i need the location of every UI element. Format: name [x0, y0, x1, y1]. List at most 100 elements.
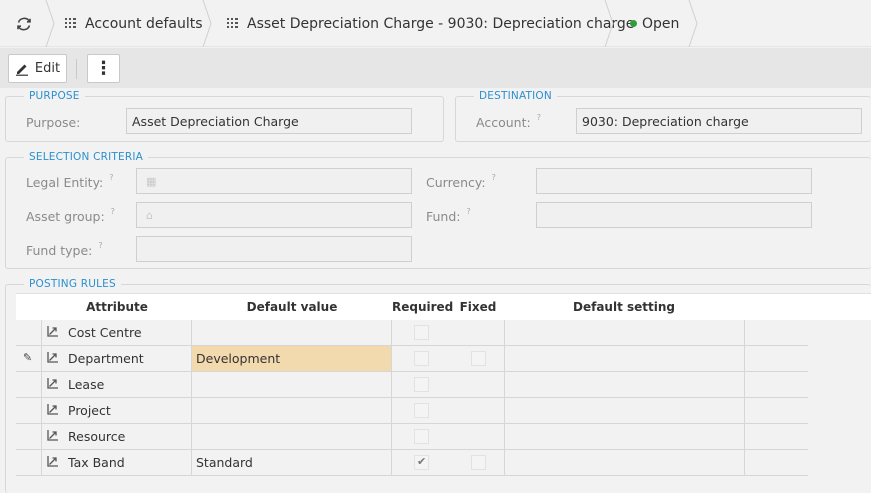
edit-button[interactable]: Edit [8, 54, 67, 83]
grid-icon [65, 18, 76, 29]
legal-entity-label-text: Legal Entity: [26, 174, 104, 190]
default-value-cell[interactable] [192, 320, 391, 345]
legal-entity-field[interactable]: ▦ [136, 168, 412, 194]
default-value-cell[interactable] [192, 372, 391, 397]
breadcrumb-separator [202, 0, 212, 47]
default-setting-cell[interactable] [506, 372, 742, 397]
attribute-cell: Project [68, 403, 111, 418]
default-setting-cell[interactable] [506, 450, 742, 475]
help-icon[interactable]: ? [98, 241, 102, 250]
required-checkbox[interactable] [414, 377, 429, 392]
cell-divider [744, 450, 745, 476]
default-value-cell[interactable]: Standard [192, 450, 391, 475]
fund-type-field[interactable] [136, 236, 412, 262]
cell-divider [744, 346, 745, 372]
account-value: 9030: Depreciation charge [582, 113, 749, 129]
purpose-label-text: Purpose: [26, 114, 81, 130]
fixed-checkbox[interactable] [471, 351, 486, 366]
selection-criteria-legend: SELECTION CRITERIA [24, 151, 149, 163]
pencil-icon [15, 64, 28, 76]
cell-divider [391, 424, 392, 450]
cell-divider [391, 372, 392, 398]
help-icon[interactable]: ? [537, 113, 541, 122]
account-field[interactable]: 9030: Depreciation charge [576, 108, 862, 134]
default-value-cell[interactable] [192, 424, 391, 449]
breadcrumb-separator [45, 0, 55, 47]
default-value-cell[interactable]: Development [192, 346, 391, 371]
cell-divider [41, 424, 42, 450]
status-dot-icon [630, 20, 637, 27]
table-row[interactable]: Lease [16, 372, 808, 398]
required-checkbox[interactable] [414, 325, 429, 340]
attribute-type-icon [47, 430, 58, 441]
purpose-label: Purpose: [26, 110, 80, 134]
column-header-required[interactable]: Required [392, 294, 453, 320]
attribute-type-icon [47, 352, 58, 363]
purpose-legend: PURPOSE [24, 90, 85, 102]
cell-divider [744, 424, 745, 450]
cell-divider [391, 346, 392, 372]
cell-divider [41, 320, 42, 346]
cell-divider [391, 450, 392, 476]
help-icon[interactable]: ? [467, 207, 471, 216]
required-checkbox[interactable] [414, 351, 429, 366]
fund-label-text: Fund: [426, 208, 461, 224]
default-setting-cell[interactable] [506, 398, 742, 423]
column-header-default-setting[interactable]: Default setting [504, 294, 744, 320]
asset-group-label: Asset group: ? [26, 204, 115, 228]
default-setting-cell[interactable] [506, 424, 742, 449]
required-checkbox[interactable] [414, 403, 429, 418]
default-setting-cell[interactable] [506, 320, 742, 345]
grid-icon [227, 18, 238, 29]
attribute-type-icon [47, 456, 58, 467]
cell-divider [391, 398, 392, 424]
default-setting-cell[interactable] [506, 346, 742, 371]
table-row[interactable]: Tax Band Standard [16, 450, 808, 476]
help-icon[interactable]: ? [111, 207, 115, 216]
cell-divider [391, 320, 392, 346]
fixed-checkbox[interactable] [471, 455, 486, 470]
table-row[interactable]: ✎ Department Development [16, 346, 808, 372]
required-checkbox[interactable] [414, 429, 429, 444]
default-value-cell[interactable] [192, 398, 391, 423]
asset-group-field[interactable]: ⌂ [136, 202, 412, 228]
refresh-button[interactable] [14, 0, 34, 47]
toolbar: Edit ⋮ [0, 48, 871, 88]
breadcrumb-item-account-defaults[interactable]: Account defaults [65, 0, 203, 47]
fund-field[interactable] [536, 202, 812, 228]
cell-divider [41, 450, 42, 476]
breadcrumb-separator [604, 0, 614, 47]
currency-label: Currency: ? [426, 170, 496, 194]
more-vertical-icon: ⋮ [94, 58, 113, 79]
row-editing-pencil-icon: ✎ [23, 351, 33, 364]
purpose-field[interactable]: Asset Depreciation Charge [126, 108, 412, 134]
account-label-text: Account: [476, 114, 531, 130]
currency-label-text: Currency: [426, 174, 486, 190]
help-icon[interactable]: ? [492, 173, 496, 182]
column-header-fixed[interactable]: Fixed [452, 294, 504, 320]
column-header-default-value[interactable]: Default value [192, 294, 392, 320]
fund-type-label: Fund type: ? [26, 238, 103, 262]
breadcrumb-item-current-record[interactable]: Asset Depreciation Charge - 9030: Deprec… [227, 0, 634, 47]
fund-type-label-text: Fund type: [26, 242, 93, 258]
more-actions-button[interactable]: ⋮ [87, 54, 120, 83]
cell-divider [504, 320, 505, 346]
table-row[interactable]: Resource [16, 424, 808, 450]
posting-rules-grid: Cost Centre ✎ Department Development Lease Pr… [16, 320, 871, 493]
currency-field[interactable] [536, 168, 812, 194]
attribute-type-icon [47, 378, 58, 389]
breadcrumb: Account defaults Asset Depreciation Char… [0, 0, 871, 47]
cell-divider [504, 346, 505, 372]
cell-divider [41, 372, 42, 398]
required-checkbox[interactable] [414, 455, 429, 470]
table-row[interactable]: Project [16, 398, 808, 424]
help-icon[interactable]: ? [109, 173, 113, 182]
cell-divider [504, 398, 505, 424]
column-header-attribute[interactable]: Attribute [42, 294, 192, 320]
cell-divider [744, 372, 745, 398]
form-content: PURPOSE Purpose: Asset Depreciation Char… [0, 88, 871, 493]
attribute-type-icon [47, 326, 58, 337]
status-label: Open [642, 15, 680, 32]
table-row[interactable]: Cost Centre [16, 320, 808, 346]
cell-divider [504, 450, 505, 476]
